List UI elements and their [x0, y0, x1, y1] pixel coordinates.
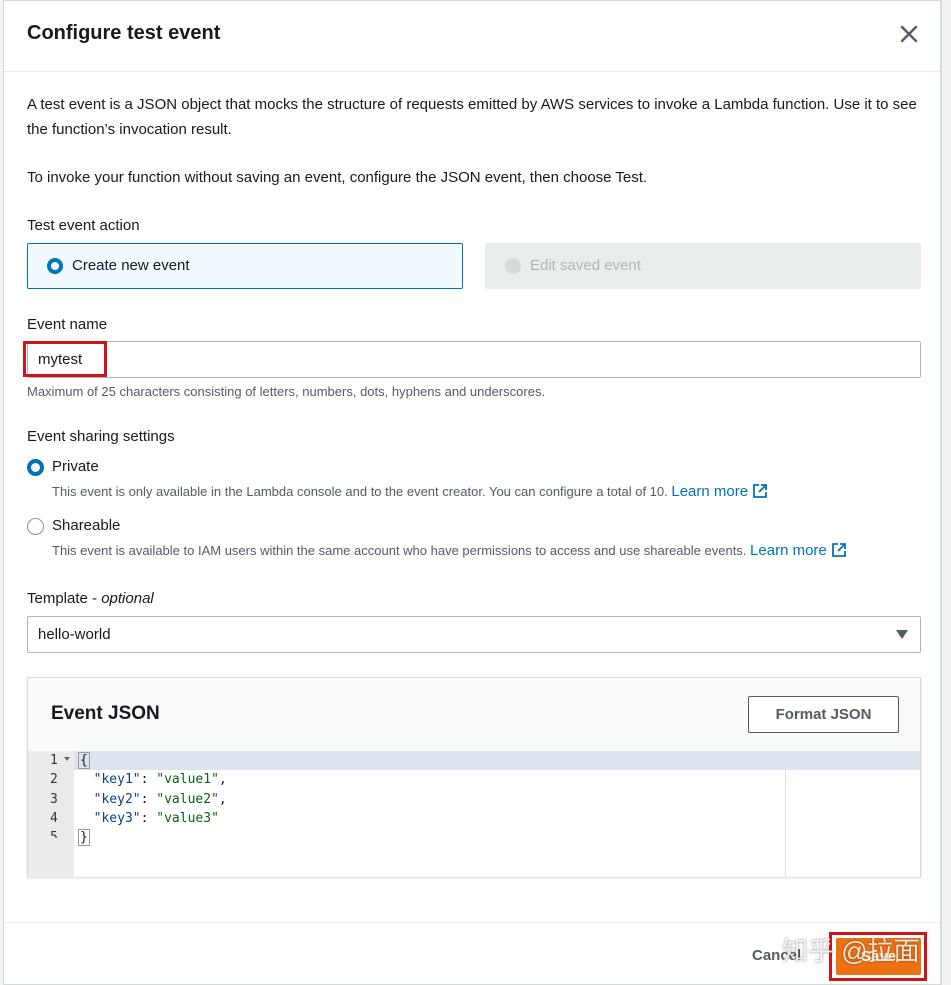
configure-test-event-modal: Configure test event A test event is a J…: [3, 0, 941, 985]
private-description: This event is only available in the Lamb…: [52, 483, 768, 503]
json-code-editor[interactable]: 1 2 3 4 5 { "key1": "value1", "key2": "v…: [28, 751, 920, 877]
annotation-highlight-box: [23, 341, 107, 377]
shareable-label: Shareable: [52, 517, 121, 534]
close-brace: }: [78, 829, 90, 846]
open-brace: {: [78, 752, 90, 769]
shareable-radio[interactable]: [27, 518, 44, 535]
json-value: "value3": [156, 811, 219, 826]
shareable-description-text: This event is available to IAM users wit…: [52, 543, 747, 558]
template-label: Template - optional: [27, 590, 154, 607]
template-select[interactable]: hello-world: [27, 616, 921, 653]
line-number: 4: [50, 811, 58, 826]
modal-footer: Cancel Save 知乎 @拉面: [4, 922, 940, 985]
shareable-learn-more-text: Learn more: [750, 542, 827, 559]
fold-arrow-icon[interactable]: [64, 757, 70, 761]
format-json-button[interactable]: Format JSON: [748, 696, 899, 733]
json-value: "value2": [156, 792, 219, 807]
event-name-input[interactable]: mytest: [27, 341, 921, 378]
json-key: "key2": [93, 792, 141, 807]
create-new-event-tile[interactable]: Create new event: [27, 243, 463, 289]
json-key: "key3": [93, 811, 141, 826]
annotation-highlight-box: [829, 932, 927, 981]
modal-instructions: To invoke your function without saving a…: [27, 169, 648, 186]
shareable-learn-more-link[interactable]: Learn more: [750, 542, 847, 559]
line-number: 1: [50, 753, 58, 768]
print-margin-line: [785, 751, 786, 877]
edit-saved-event-radio: [505, 258, 521, 274]
code-line: "key3": "value3": [93, 811, 219, 826]
line-number: 5: [50, 830, 58, 838]
template-select-value: hello-world: [38, 626, 111, 643]
private-learn-more-text: Learn more: [671, 483, 749, 500]
event-action-label: Test event action: [27, 217, 140, 234]
line-number: 3: [50, 792, 58, 807]
line-number: 2: [50, 772, 58, 787]
external-link-icon: [752, 483, 768, 503]
event-name-label: Event name: [27, 316, 108, 333]
private-description-text: This event is only available in the Lamb…: [52, 484, 668, 499]
active-line-highlight: [28, 751, 920, 770]
edit-saved-event-tile: Edit saved event: [485, 243, 921, 289]
json-value: "value1": [156, 772, 219, 787]
edit-saved-event-label: Edit saved event: [530, 257, 641, 274]
event-name-hint: Maximum of 25 characters consisting of l…: [27, 384, 546, 399]
modal-description: A test event is a JSON object that mocks…: [27, 96, 917, 138]
event-json-panel: Event JSON Format JSON 1 2 3 4 5 { "key1…: [27, 677, 921, 877]
modal-header: Configure test event: [4, 1, 940, 72]
modal-title: Configure test event: [27, 22, 221, 44]
close-icon[interactable]: [898, 23, 920, 45]
caret-down-icon: [896, 630, 908, 639]
json-key: "key1": [93, 772, 141, 787]
code-line: "key1": "value1",: [93, 772, 227, 787]
sharing-settings-label: Event sharing settings: [27, 428, 175, 445]
template-optional-text: optional: [101, 590, 154, 607]
code-line: }: [78, 829, 90, 846]
external-link-icon: [831, 542, 847, 562]
create-new-event-label: Create new event: [72, 257, 190, 274]
background-panel-right: [941, 0, 951, 985]
shareable-description: This event is available to IAM users wit…: [52, 542, 847, 562]
code-line: "key2": "value2",: [93, 792, 227, 807]
private-label: Private: [52, 458, 99, 475]
cancel-button[interactable]: Cancel: [752, 947, 801, 964]
template-label-text: Template -: [27, 590, 102, 607]
private-learn-more-link[interactable]: Learn more: [671, 483, 768, 500]
private-radio[interactable]: [27, 459, 44, 476]
code-line: {: [78, 752, 90, 769]
create-new-event-radio[interactable]: [47, 258, 63, 274]
event-json-title: Event JSON: [51, 703, 160, 724]
